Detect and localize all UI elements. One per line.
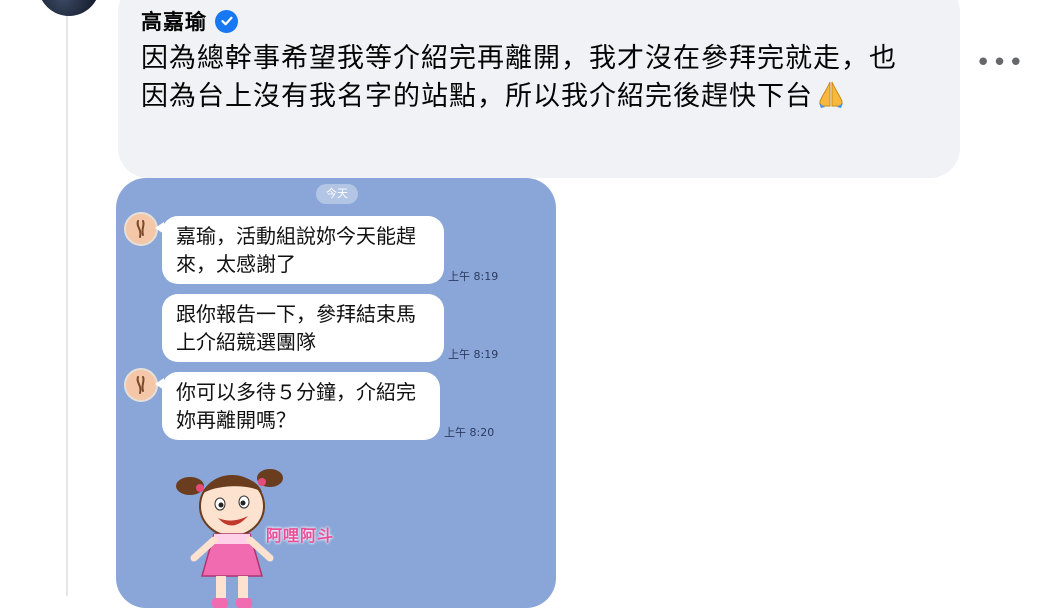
sender-avatar <box>124 212 158 246</box>
comment-text: 因為總幹事希望我等介紹完再離開，我才沒在參拜完就走，也因為台上沒有我名字的站點，… <box>141 40 911 120</box>
chat-message-text: 嘉瑜，活動組說妳今天能趕來，太感謝了 <box>176 224 416 276</box>
chat-message-bubble: 嘉瑜，活動組說妳今天能趕來，太感謝了 <box>155 216 444 284</box>
chat-message-text: 你可以多待５分鐘，介紹完妳再離開嗎？ <box>176 380 416 432</box>
chat-message-time: 上午 8:19 <box>448 270 499 283</box>
verified-badge-icon <box>215 9 238 33</box>
chat-date-pill: 今天 <box>316 184 358 204</box>
chat-message-time: 上午 8:20 <box>444 426 495 439</box>
sticker-caption: 阿哩阿斗 <box>266 526 335 545</box>
chat-message-bubble: 跟你報告一下，參拜結束馬上介紹競選團隊 <box>162 294 444 362</box>
chat-message-text: 跟你報告一下，參拜結束馬上介紹競選團隊 <box>176 302 416 354</box>
sender-avatar <box>124 368 158 402</box>
comment-author-row: 高嘉瑜 <box>141 6 238 36</box>
commenter-avatar[interactable] <box>38 0 100 16</box>
chat-message-bubble: 你可以多待５分鐘，介紹完妳再離開嗎？ <box>155 372 440 440</box>
cartoon-girl-sticker: 阿哩阿斗 <box>170 458 370 608</box>
chat-message-time: 上午 8:19 <box>448 348 499 361</box>
comment-author-name[interactable]: 高嘉瑜 <box>141 6 207 36</box>
more-options-button[interactable]: ••• <box>976 48 1024 78</box>
folded-hands-emoji <box>815 79 847 120</box>
line-chat-screenshot: 今天 嘉瑜，活動組說妳今天能趕來，太感謝了 上午 8:19 跟你報告一下，參拜結… <box>116 178 556 608</box>
comment-thread-line <box>66 0 68 596</box>
comment-body: 因為總幹事希望我等介紹完再離開，我才沒在參拜完就走，也因為台上沒有我名字的站點，… <box>141 43 897 112</box>
